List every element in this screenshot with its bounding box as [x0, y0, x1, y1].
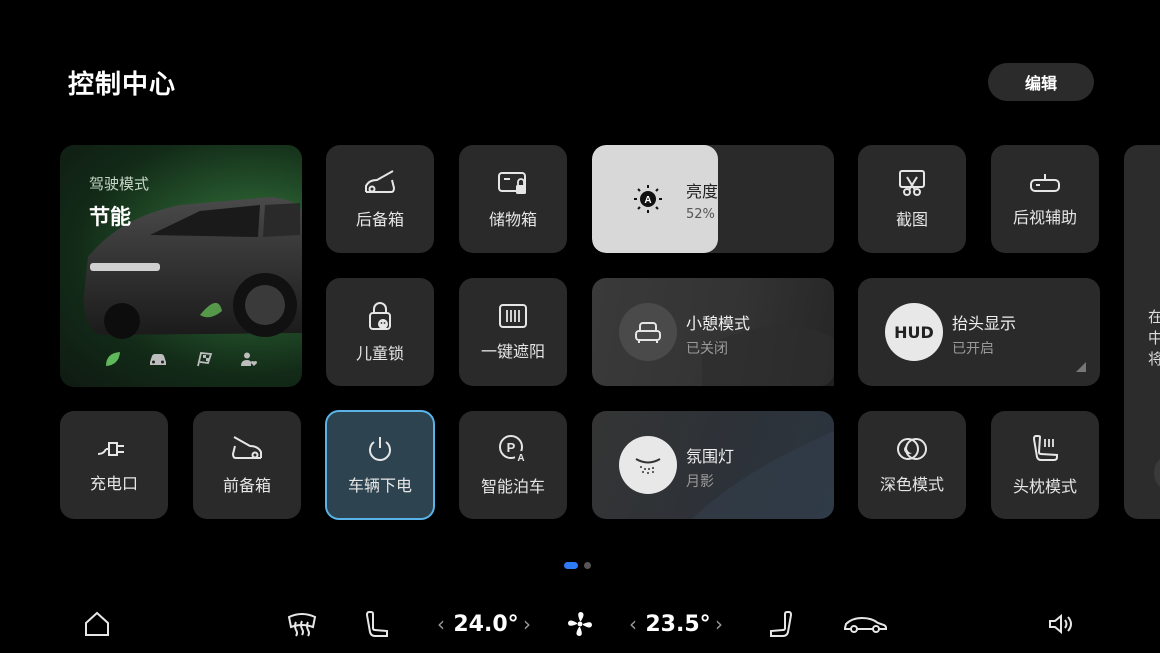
brightness-slider[interactable]: A 亮度 52% — [592, 145, 834, 253]
child-lock-button[interactable]: 儿童锁 — [326, 278, 434, 386]
dark-mode-label: 深色模式 — [879, 475, 944, 494]
child-lock-icon — [369, 302, 391, 330]
rear-view-assist-label: 后视辅助 — [1012, 208, 1077, 227]
charge-plug-icon — [97, 442, 124, 456]
right-temperature[interactable]: 23.5° — [645, 600, 710, 648]
ambient-light-icon-circle — [619, 436, 677, 494]
svg-text:A: A — [644, 195, 651, 206]
hud-label: 抬头显示 — [952, 314, 1017, 333]
svg-text:A: A — [517, 453, 524, 464]
right-temp-increase[interactable]: › — [710, 600, 728, 648]
power-off-label: 车辆下电 — [347, 476, 412, 495]
volume-icon[interactable] — [1046, 600, 1078, 648]
trunk-button[interactable]: 后备箱 — [326, 145, 434, 253]
storage-box-label: 储物箱 — [488, 210, 537, 229]
rear-view-assist-button[interactable]: 后视辅助 — [991, 145, 1099, 253]
charge-port-button[interactable]: 充电口 — [60, 411, 168, 519]
ambient-light-label: 氛围灯 — [686, 447, 735, 466]
seat-icon[interactable] — [360, 600, 394, 648]
screenshot-label: 截图 — [895, 210, 928, 229]
side-card[interactable]: 在 中 将 — [1124, 145, 1160, 519]
rest-mode-icon-circle — [619, 303, 677, 361]
driving-mode-card[interactable]: 驾驶模式 节能 — [60, 145, 302, 387]
trunk-label: 后备箱 — [355, 210, 404, 229]
sunshade-label: 一键遮阳 — [480, 342, 545, 361]
hud-icon: HUD — [885, 303, 943, 361]
storage-box-button[interactable]: 储物箱 — [459, 145, 567, 253]
brightness-label: 亮度 — [686, 182, 718, 201]
screenshot-icon — [899, 170, 925, 196]
drive-mode-caption: 驾驶模式 — [89, 175, 150, 193]
right-temp-decrease[interactable]: ‹ — [624, 600, 642, 648]
hud-card[interactable]: HUD 抬头显示 已开启 — [858, 278, 1100, 386]
rest-mode-label: 小憩模式 — [686, 314, 751, 333]
bottom-dock: ‹ 24.0° › ‹ 23.5° › — [0, 600, 1160, 648]
power-icon — [369, 437, 391, 461]
page-indicator[interactable] — [564, 562, 591, 569]
sunshade-button[interactable]: 一键遮阳 — [459, 278, 567, 386]
brightness-value: 52% — [686, 207, 715, 222]
expand-corner-icon[interactable] — [1076, 362, 1086, 372]
page-title: 控制中心 — [68, 70, 177, 100]
rest-mode-card[interactable]: 小憩模式 已关闭 — [592, 278, 834, 386]
storage-box-icon — [498, 172, 526, 194]
rear-defrost-icon[interactable] — [284, 600, 320, 648]
left-temp-decrease[interactable]: ‹ — [432, 600, 450, 648]
page-dot-active[interactable] — [564, 562, 578, 569]
ambient-light-card[interactable]: 氛围灯 月影 — [592, 411, 834, 519]
frunk-button[interactable]: 前备箱 — [193, 411, 301, 519]
side-card-char-1: 在 — [1148, 308, 1160, 326]
edit-button[interactable]: 编辑 — [988, 63, 1094, 101]
auto-brightness-icon: A — [634, 185, 662, 213]
armchair-icon — [635, 322, 661, 343]
trunk-icon — [365, 170, 396, 193]
left-temp-increase[interactable]: › — [518, 600, 536, 648]
headrest-mode-label: 头枕模式 — [1012, 477, 1077, 496]
ambient-light-status: 月影 — [686, 474, 714, 490]
frunk-label: 前备箱 — [222, 476, 271, 495]
rest-mode-status: 已关闭 — [686, 341, 728, 357]
ambient-light-icon — [635, 458, 661, 474]
seat-right-icon[interactable] — [764, 600, 798, 648]
side-card-char-3: 将 — [1148, 350, 1160, 368]
car-icon[interactable] — [147, 349, 169, 369]
smart-parking-button[interactable]: PA 智能泊车 — [459, 411, 567, 519]
leaf-icon[interactable] — [102, 349, 124, 369]
frunk-icon — [231, 436, 262, 459]
home-icon[interactable] — [80, 600, 114, 648]
charge-port-label: 充电口 — [89, 474, 138, 493]
fan-icon[interactable] — [564, 600, 596, 648]
child-lock-label: 儿童锁 — [355, 344, 404, 363]
smart-parking-label: 智能泊车 — [480, 477, 545, 496]
left-temperature[interactable]: 24.0° — [453, 600, 518, 648]
sunshade-icon — [499, 304, 527, 328]
power-off-button[interactable]: 车辆下电 — [325, 410, 435, 520]
dark-mode-button[interactable]: 深色模式 — [858, 411, 966, 519]
drive-mode-value: 节能 — [89, 205, 131, 229]
car-side-icon[interactable] — [840, 600, 890, 648]
rear-view-mirror-icon — [1030, 174, 1060, 192]
hud-status: 已开启 — [952, 341, 994, 357]
dark-mode-icon — [897, 438, 927, 460]
headrest-seat-icon — [1032, 435, 1058, 461]
side-card-char-2: 中 — [1148, 329, 1160, 347]
auto-parking-icon: PA — [499, 435, 527, 464]
side-card-round-button[interactable] — [1154, 453, 1160, 493]
page-dot[interactable] — [584, 562, 591, 569]
headrest-mode-button[interactable]: 头枕模式 — [991, 411, 1099, 519]
race-flag-icon[interactable] — [193, 349, 215, 369]
screenshot-button[interactable]: 截图 — [858, 145, 966, 253]
svg-text:P: P — [507, 440, 516, 455]
person-heart-icon[interactable] — [238, 349, 260, 369]
